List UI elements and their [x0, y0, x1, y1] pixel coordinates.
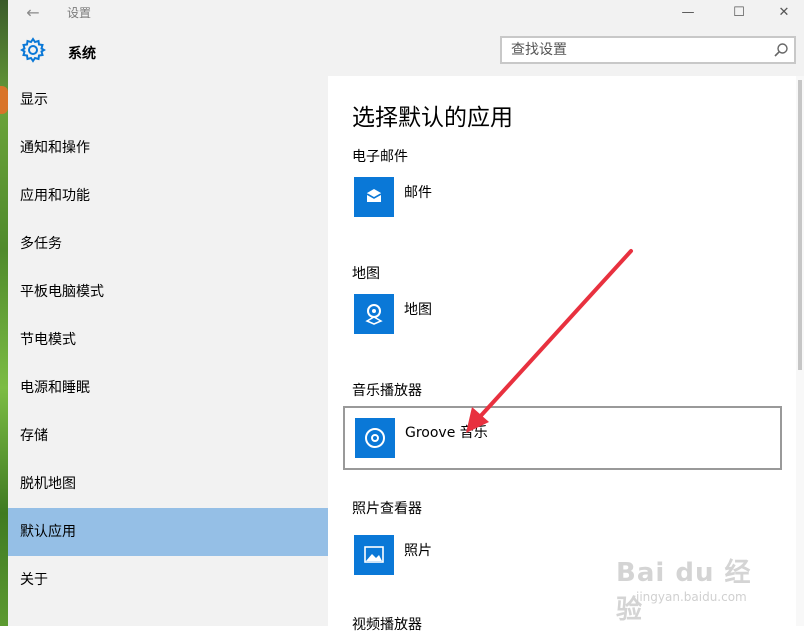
sidebar-item-notifications[interactable]: 通知和操作	[8, 124, 328, 172]
category-label-maps: 地图	[352, 266, 380, 282]
sidebar-item-label: 电源和睡眠	[20, 380, 90, 396]
sidebar-item-about[interactable]: 关于	[8, 556, 328, 604]
sidebar-item-tablet-mode[interactable]: 平板电脑模式	[8, 268, 328, 316]
scrollbar-thumb[interactable]	[798, 80, 802, 370]
category-label-music-player: 音乐播放器	[352, 383, 422, 399]
main-content: 选择默认的应用 电子邮件 邮件 地图 地图 音乐播放器 Groove 音乐 照片…	[328, 76, 804, 633]
sidebar-item-label: 默认应用	[20, 524, 76, 540]
category-label-photo-viewer: 照片查看器	[352, 501, 422, 517]
maximize-icon: ☐	[733, 4, 745, 20]
sidebar-item-label: 应用和功能	[20, 188, 90, 204]
sidebar-nav: 显示 通知和操作 应用和功能 多任务 平板电脑模式 节电模式 电源和睡眠 存储 …	[8, 76, 328, 626]
app-name: 地图	[404, 302, 432, 318]
search-input[interactable]	[502, 38, 771, 62]
sidebar-item-label: 多任务	[20, 236, 62, 252]
category-label-email: 电子邮件	[352, 149, 408, 165]
sidebar-item-label: 显示	[20, 92, 48, 108]
default-app-maps[interactable]: 地图	[344, 287, 780, 345]
default-app-email[interactable]: 邮件	[344, 170, 780, 228]
default-app-music-player[interactable]: Groove 音乐	[343, 406, 782, 470]
sidebar-item-label: 关于	[20, 572, 48, 588]
sidebar-item-multitasking[interactable]: 多任务	[8, 220, 328, 268]
section-title: 系统	[68, 46, 96, 62]
sidebar-item-label: 存储	[20, 428, 48, 444]
app-name: 照片	[404, 543, 432, 559]
sidebar-item-label: 脱机地图	[20, 476, 76, 492]
app-name: Groove 音乐	[405, 425, 488, 441]
sidebar-item-apps-features[interactable]: 应用和功能	[8, 172, 328, 220]
sidebar-item-label: 节电模式	[20, 332, 76, 348]
photos-icon	[354, 535, 394, 575]
back-arrow-icon: ←	[26, 2, 40, 22]
sidebar-item-storage[interactable]: 存储	[8, 412, 328, 460]
sidebar-item-label: 平板电脑模式	[20, 284, 104, 300]
minimize-icon: —	[681, 4, 695, 20]
back-button[interactable]: ←	[20, 0, 46, 24]
maps-icon	[354, 294, 394, 334]
sidebar-item-default-apps[interactable]: 默认应用	[8, 508, 328, 556]
search-icon[interactable]	[772, 41, 790, 59]
mail-icon	[354, 177, 394, 217]
page-title: 选择默认的应用	[352, 105, 513, 131]
sidebar-item-power-sleep[interactable]: 电源和睡眠	[8, 364, 328, 412]
desktop-background-strip	[0, 0, 8, 626]
title-bar: ← 设置 — ☐ ✕	[8, 0, 804, 24]
groove-music-icon	[355, 418, 395, 458]
settings-header: 系统	[8, 24, 804, 76]
search-box[interactable]	[500, 36, 796, 64]
sidebar-item-offline-maps[interactable]: 脱机地图	[8, 460, 328, 508]
window-title: 设置	[67, 6, 92, 20]
app-name: 邮件	[404, 185, 432, 201]
default-app-photo-viewer[interactable]: 照片	[344, 528, 780, 586]
settings-window: ← 设置 — ☐ ✕ 系统 显示 通知和操作	[8, 0, 804, 633]
minimize-button[interactable]: —	[668, 0, 708, 24]
maximize-button[interactable]: ☐	[719, 0, 759, 24]
close-icon: ✕	[778, 4, 790, 20]
sidebar-item-label: 通知和操作	[20, 140, 90, 156]
sidebar-item-display[interactable]: 显示	[8, 76, 328, 124]
scrollbar[interactable]	[796, 76, 804, 626]
desktop-icon-fragment	[0, 86, 8, 114]
sidebar-item-battery-saver[interactable]: 节电模式	[8, 316, 328, 364]
gear-icon	[20, 37, 46, 63]
category-label-video-player: 视频播放器	[352, 617, 422, 633]
close-button[interactable]: ✕	[764, 0, 804, 24]
